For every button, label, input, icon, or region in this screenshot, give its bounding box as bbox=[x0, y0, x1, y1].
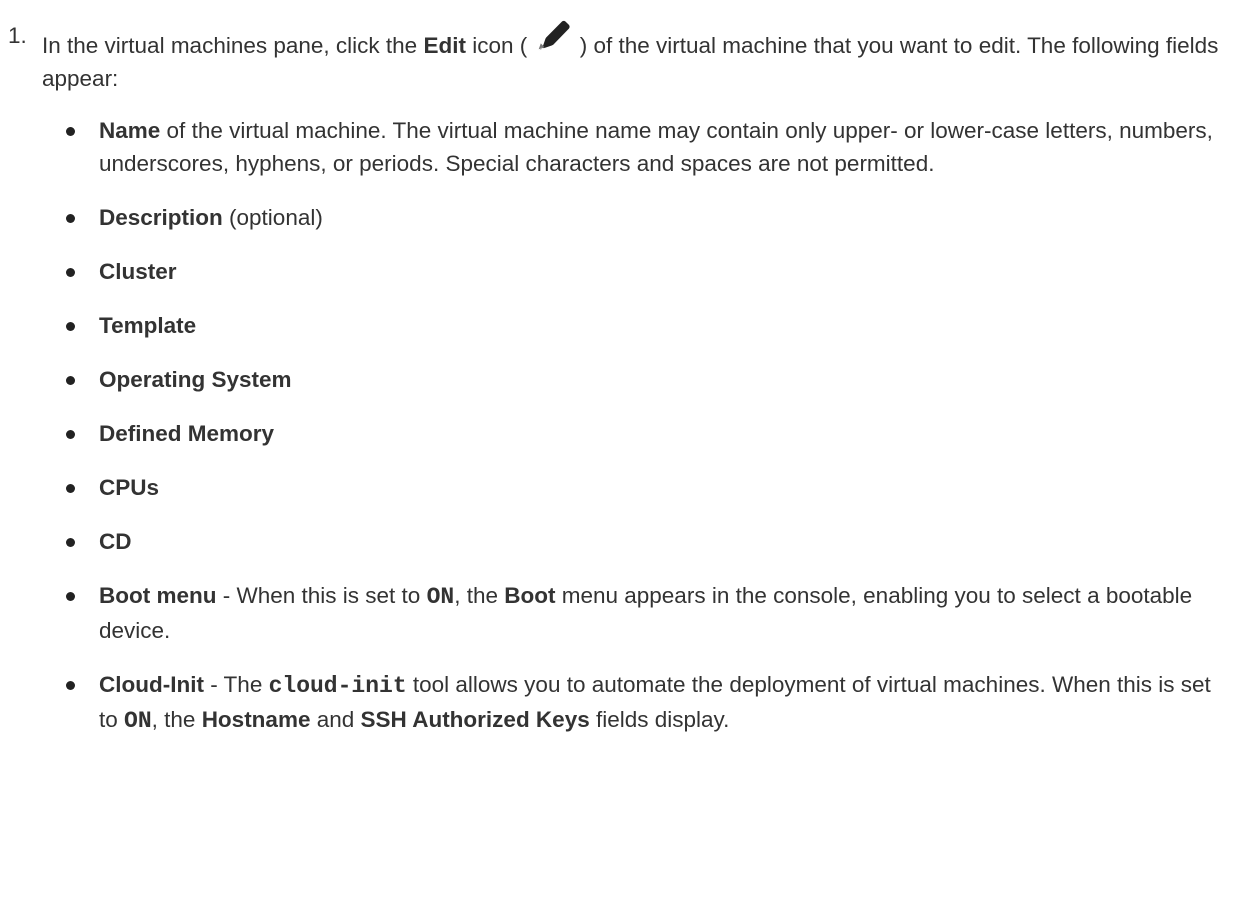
field-name: Description bbox=[99, 205, 223, 230]
bullet-icon bbox=[66, 430, 75, 439]
field-name: Name bbox=[99, 118, 161, 143]
pencil-icon bbox=[533, 19, 573, 57]
field-list: Name of the virtual machine. The virtual… bbox=[0, 96, 1240, 738]
step-text-part: In the virtual machines pane, click the bbox=[42, 33, 424, 58]
list-item: Defined Memory bbox=[0, 417, 1240, 450]
bold-term: Hostname bbox=[201, 707, 311, 732]
list-item: Boot menu - When this is set to ON, the … bbox=[0, 579, 1240, 647]
field-name: Operating System bbox=[99, 367, 292, 392]
code-value: cloud-init bbox=[268, 673, 407, 699]
list-item: Cluster bbox=[0, 255, 1240, 288]
list-item-text: Template bbox=[99, 309, 1234, 342]
bold-term: SSH Authorized Keys bbox=[360, 707, 590, 732]
bullet-icon bbox=[66, 322, 75, 331]
field-name: CD bbox=[99, 529, 132, 554]
step-instruction: In the virtual machines pane, click the … bbox=[42, 0, 1240, 95]
list-item: Template bbox=[0, 309, 1240, 342]
bold-term: Boot bbox=[504, 583, 556, 608]
step-text-part: icon ( bbox=[465, 33, 534, 58]
field-name: Template bbox=[99, 313, 197, 338]
field-description: fields display. bbox=[589, 707, 730, 732]
field-description: (optional) bbox=[222, 205, 323, 230]
list-item: Cloud-Init - The cloud-init tool allows … bbox=[0, 668, 1240, 738]
bullet-icon bbox=[66, 681, 75, 690]
bullet-icon bbox=[66, 538, 75, 547]
field-name: Defined Memory bbox=[99, 421, 275, 446]
code-value: ON bbox=[426, 584, 455, 610]
bullet-icon bbox=[66, 592, 75, 601]
field-name: Cloud-Init bbox=[99, 672, 204, 697]
bullet-icon bbox=[66, 214, 75, 223]
list-item-text: Defined Memory bbox=[99, 417, 1234, 450]
bullet-icon bbox=[66, 376, 75, 385]
field-description: and bbox=[310, 707, 361, 732]
field-name: Boot menu bbox=[99, 583, 217, 608]
step-row: 1. In the virtual machines pane, click t… bbox=[0, 0, 1240, 95]
list-item: CD bbox=[0, 525, 1240, 558]
field-name: Cluster bbox=[99, 259, 177, 284]
field-description: of the virtual machine. The virtual mach… bbox=[99, 118, 1213, 176]
edit-label: Edit bbox=[423, 33, 466, 58]
field-description: - When this is set to bbox=[216, 583, 427, 608]
list-item-text: Operating System bbox=[99, 363, 1234, 396]
step-number: 1. bbox=[8, 23, 27, 48]
list-item: Description (optional) bbox=[0, 201, 1240, 234]
bullet-icon bbox=[66, 484, 75, 493]
list-item: Name of the virtual machine. The virtual… bbox=[0, 114, 1240, 180]
list-item-text: Cluster bbox=[99, 255, 1234, 288]
list-item: CPUs bbox=[0, 471, 1240, 504]
procedure-step: 1. In the virtual machines pane, click t… bbox=[0, 0, 1240, 95]
field-description: , the bbox=[454, 583, 505, 608]
field-description: - The bbox=[203, 672, 269, 697]
list-item-text: CD bbox=[99, 525, 1234, 558]
code-value: ON bbox=[124, 708, 152, 734]
list-item: Operating System bbox=[0, 363, 1240, 396]
list-item-text: Cloud-Init - The cloud-init tool allows … bbox=[99, 668, 1234, 738]
field-description: , the bbox=[151, 707, 202, 732]
field-name: CPUs bbox=[99, 475, 160, 500]
list-item-text: Name of the virtual machine. The virtual… bbox=[99, 114, 1234, 180]
list-item-text: Boot menu - When this is set to ON, the … bbox=[99, 579, 1234, 647]
bullet-icon bbox=[66, 127, 75, 136]
list-item-text: CPUs bbox=[99, 471, 1234, 504]
list-item-text: Description (optional) bbox=[99, 201, 1234, 234]
bullet-icon bbox=[66, 268, 75, 277]
documentation-page: 1. In the virtual machines pane, click t… bbox=[0, 0, 1260, 921]
